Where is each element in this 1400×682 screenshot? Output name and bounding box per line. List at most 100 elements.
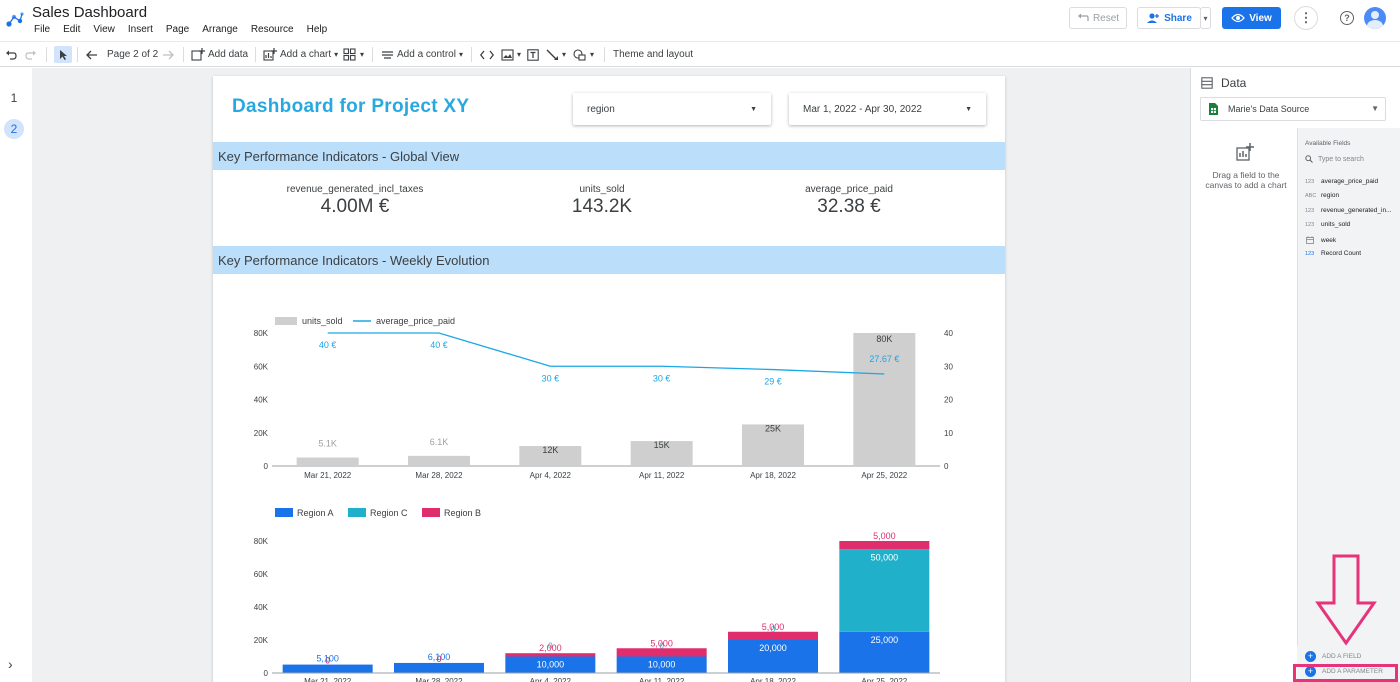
date-range-control[interactable]: Mar 1, 2022 - Apr 30, 2022 ▼ bbox=[789, 93, 986, 125]
shape-icon[interactable]: ▾ bbox=[573, 46, 594, 63]
image-icon[interactable]: ▾ bbox=[501, 46, 521, 63]
kpi-scorecard-price[interactable]: average_price_paid 32.38 € bbox=[749, 184, 949, 218]
table-icon bbox=[1201, 77, 1213, 89]
legend-label-units-sold: units_sold bbox=[302, 316, 343, 326]
page-2-link[interactable]: 2 bbox=[4, 119, 24, 139]
combo-chart-units-price[interactable]: units_sold average_price_paid 0 20K 40K 60K 80… bbox=[213, 306, 1005, 496]
page-indicator[interactable]: Page 2 of 2 bbox=[107, 46, 158, 63]
available-fields-label: Available Fields bbox=[1305, 140, 1351, 147]
field-revenue[interactable]: 123 revenue_generated_in... bbox=[1305, 207, 1391, 214]
undo-icon[interactable] bbox=[5, 46, 17, 63]
share-options-chevron-icon[interactable]: ▾ bbox=[1200, 7, 1211, 29]
x-axis-tick-label: Apr 25, 2022 bbox=[861, 471, 907, 480]
bar-data-label-region-b: 2,000 bbox=[539, 643, 562, 653]
menu-view[interactable]: View bbox=[93, 24, 115, 35]
section-header-global[interactable]: Key Performance Indicators - Global View bbox=[213, 142, 1005, 170]
theme-and-layout-button[interactable]: Theme and layout bbox=[613, 46, 693, 63]
menu-resource[interactable]: Resource bbox=[251, 24, 294, 35]
canvas-area: Dashboard for Project XY region ▼ Mar 1,… bbox=[32, 68, 1190, 682]
x-axis-tick-label: Mar 28, 2022 bbox=[415, 677, 463, 682]
kpi-label: revenue_generated_incl_taxes bbox=[286, 184, 424, 195]
field-average-price-paid[interactable]: 123 average_price_paid bbox=[1305, 178, 1378, 185]
kpi-scorecard-revenue[interactable]: revenue_generated_incl_taxes 4.00M € bbox=[255, 184, 455, 218]
app-header: Sales Dashboard File Edit View Insert Pa… bbox=[0, 0, 1400, 40]
embed-code-icon[interactable] bbox=[480, 46, 494, 63]
stacked-bar-chart-regions[interactable]: Region A Region C Region B020K40K60K80K5,1… bbox=[213, 502, 1005, 682]
add-field-label: ADD A FIELD bbox=[1322, 653, 1362, 660]
redo-icon[interactable] bbox=[25, 46, 37, 63]
y-axis-tick-label: 40K bbox=[254, 603, 269, 612]
data-source-selector[interactable]: Marie's Data Source ▼ bbox=[1200, 97, 1386, 121]
data-source-name: Marie's Data Source bbox=[1228, 104, 1310, 114]
reset-button[interactable]: Reset bbox=[1069, 7, 1127, 29]
add-control-button[interactable]: Add a control ▾ bbox=[381, 46, 463, 63]
add-field-button[interactable]: + ADD A FIELD bbox=[1305, 651, 1361, 662]
y-axis-tick-label: 0 bbox=[264, 669, 269, 678]
bar-units-sold bbox=[296, 457, 359, 466]
x-axis-tick-label: Apr 4, 2022 bbox=[530, 471, 572, 480]
bar-data-label-region-b: 5,000 bbox=[650, 638, 673, 648]
expand-pages-chevron-icon[interactable]: › bbox=[8, 656, 13, 672]
bar-data-label: 5.1K bbox=[318, 439, 337, 449]
add-chart-label: Add a chart bbox=[280, 49, 332, 60]
kpi-value: 32.38 € bbox=[817, 196, 881, 217]
help-icon[interactable]: ? bbox=[1340, 11, 1354, 25]
legend-label-region-a: Region A bbox=[297, 508, 334, 518]
eye-icon bbox=[1231, 13, 1246, 23]
legend-label-region-b: Region B bbox=[444, 508, 481, 518]
bar-data-label: 80K bbox=[876, 334, 892, 344]
view-button[interactable]: View bbox=[1222, 7, 1281, 29]
previous-page-arrow-icon[interactable] bbox=[86, 46, 98, 63]
text-box-icon[interactable] bbox=[527, 46, 539, 63]
bar-data-label: 15K bbox=[654, 440, 670, 450]
bar-data-label: 6.1K bbox=[430, 437, 449, 447]
x-axis-tick-label: Mar 28, 2022 bbox=[415, 471, 463, 480]
field-search-input[interactable]: Type to search bbox=[1305, 153, 1395, 165]
x-axis-tick-label: Apr 25, 2022 bbox=[861, 677, 907, 682]
sheets-icon bbox=[1209, 103, 1218, 115]
y2-axis-tick-label: 20 bbox=[944, 396, 953, 405]
bar-data-label-region-a: 10,000 bbox=[537, 660, 565, 670]
person-add-icon bbox=[1147, 13, 1160, 23]
share-button[interactable]: Share bbox=[1137, 7, 1201, 29]
y-axis-tick-label: 40K bbox=[254, 396, 269, 405]
menu-page[interactable]: Page bbox=[166, 24, 189, 35]
field-type-text: ABC bbox=[1305, 192, 1317, 199]
field-week[interactable]: week bbox=[1305, 236, 1336, 244]
field-type-number: 123 bbox=[1305, 221, 1315, 228]
menu-help[interactable]: Help bbox=[307, 24, 328, 35]
bar-data-label-region-b: 0 bbox=[436, 654, 441, 664]
looker-studio-logo[interactable] bbox=[5, 10, 25, 30]
field-name: region bbox=[1321, 192, 1340, 199]
line-icon[interactable]: ▾ bbox=[546, 46, 566, 63]
kpi-scorecard-units[interactable]: units_sold 143.2K bbox=[502, 184, 702, 218]
next-page-arrow-icon[interactable] bbox=[162, 46, 174, 63]
menu-insert[interactable]: Insert bbox=[128, 24, 153, 35]
bar-data-label-region-c: 50,000 bbox=[871, 552, 899, 562]
add-chart-button[interactable]: Add a chart ▾ bbox=[263, 46, 338, 63]
menu-edit[interactable]: Edit bbox=[63, 24, 80, 35]
y2-axis-tick-label: 0 bbox=[944, 462, 949, 471]
field-name: units_sold bbox=[1321, 221, 1351, 228]
avatar[interactable] bbox=[1364, 7, 1386, 29]
control-icon bbox=[382, 50, 393, 59]
document-title[interactable]: Sales Dashboard bbox=[32, 4, 147, 21]
community-visualizations-icon[interactable]: ▾ bbox=[343, 46, 364, 63]
page-1-link[interactable]: 1 bbox=[4, 88, 24, 108]
menu-file[interactable]: File bbox=[34, 24, 50, 35]
report-title[interactable]: Dashboard for Project XY bbox=[232, 96, 469, 118]
add-data-button[interactable]: Add data bbox=[191, 46, 248, 63]
more-options-icon[interactable]: ⋮ bbox=[1294, 6, 1318, 30]
field-region[interactable]: ABC region bbox=[1305, 192, 1339, 199]
y2-axis-tick-label: 30 bbox=[944, 362, 953, 371]
bar-data-label-region-a: 20,000 bbox=[759, 643, 787, 653]
select-cursor-icon[interactable] bbox=[54, 46, 72, 63]
add-chart-chevron-icon: ▾ bbox=[334, 50, 339, 59]
section-header-weekly[interactable]: Key Performance Indicators - Weekly Evol… bbox=[213, 246, 1005, 274]
page-navigation: 1 2 › bbox=[0, 68, 32, 682]
field-record-count[interactable]: 123 Record Count bbox=[1305, 250, 1361, 257]
menu-arrange[interactable]: Arrange bbox=[202, 24, 238, 35]
region-filter-control[interactable]: region ▼ bbox=[573, 93, 771, 125]
legend-swatch-units-sold bbox=[275, 317, 297, 325]
field-units-sold[interactable]: 123 units_sold bbox=[1305, 221, 1350, 228]
